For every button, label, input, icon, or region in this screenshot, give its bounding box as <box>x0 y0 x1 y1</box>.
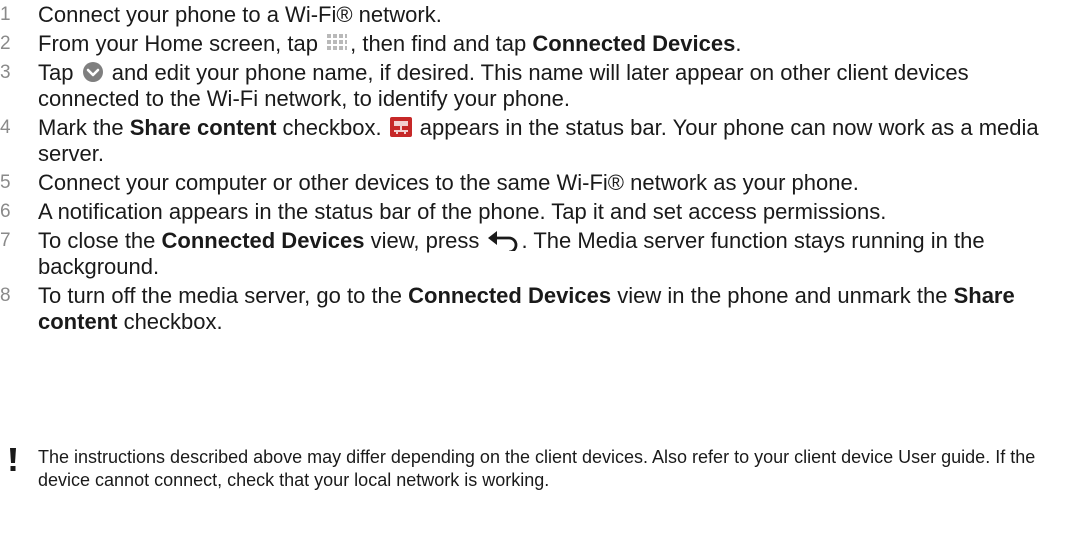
step-number: 1 <box>0 4 11 25</box>
step-text: Connect your phone to a Wi-Fi® network. <box>38 2 442 27</box>
step-7: 7 To close the Connected Devices view, p… <box>0 228 1072 280</box>
step-text-middle: , then find and tap <box>350 31 533 56</box>
ui-term-connected-devices: Connected Devices <box>408 283 612 308</box>
media-server-icon <box>389 117 412 138</box>
step-2: 2 From your Home screen, tap , then find… <box>0 31 1072 57</box>
step-text-middle: view, press <box>364 228 486 253</box>
step-text: Connect your computer or other devices t… <box>38 170 859 195</box>
step-number: 6 <box>0 201 11 222</box>
step-text-start: From your Home screen, tap <box>38 31 325 56</box>
chevron-down-circle-icon <box>82 61 104 83</box>
step-6: 6 A notification appears in the status b… <box>0 199 1072 225</box>
step-text-end: . <box>735 31 742 56</box>
step-text-start: Mark the <box>38 115 130 140</box>
step-number: 8 <box>0 285 11 306</box>
step-text-middle: checkbox. <box>276 115 388 140</box>
step-text-end: checkbox. <box>117 309 223 334</box>
apps-grid-icon <box>326 33 348 53</box>
ui-term-share-content: Share content <box>129 115 277 140</box>
step-3: 3 Tap and edit your phone name, if desir… <box>0 60 1072 112</box>
step-text-start: To close the <box>38 228 162 253</box>
step-number: 5 <box>0 172 11 193</box>
note-text: The instructions described above may dif… <box>38 447 1036 490</box>
ui-term-connected-devices: Connected Devices <box>161 228 365 253</box>
step-number: 7 <box>0 230 11 251</box>
instruction-steps: 1 Connect your phone to a Wi-Fi® network… <box>0 2 1072 335</box>
step-number: 4 <box>0 117 11 138</box>
step-4: 4 Mark the Share content checkbox. appea… <box>0 115 1072 167</box>
document-page: 1 Connect your phone to a Wi-Fi® network… <box>0 2 1072 544</box>
step-text: A notification appears in the status bar… <box>38 199 887 224</box>
ui-term-connected-devices: Connected Devices <box>532 31 736 56</box>
step-text-end: and edit your phone name, if desired. Th… <box>38 60 969 111</box>
step-text-start: To turn off the media server, go to the <box>38 283 409 308</box>
step-8: 8 To turn off the media server, go to th… <box>0 283 1072 335</box>
note-block: The instructions described above may dif… <box>0 446 1072 492</box>
step-text-start: Tap <box>38 60 80 85</box>
step-5: 5 Connect your computer or other devices… <box>0 170 1072 196</box>
back-icon <box>487 229 521 254</box>
exclamation-icon <box>8 447 18 473</box>
step-number: 3 <box>0 62 11 83</box>
step-text-middle: view in the phone and unmark the <box>611 283 954 308</box>
step-1: 1 Connect your phone to a Wi-Fi® network… <box>0 2 1072 28</box>
step-number: 2 <box>0 33 11 54</box>
